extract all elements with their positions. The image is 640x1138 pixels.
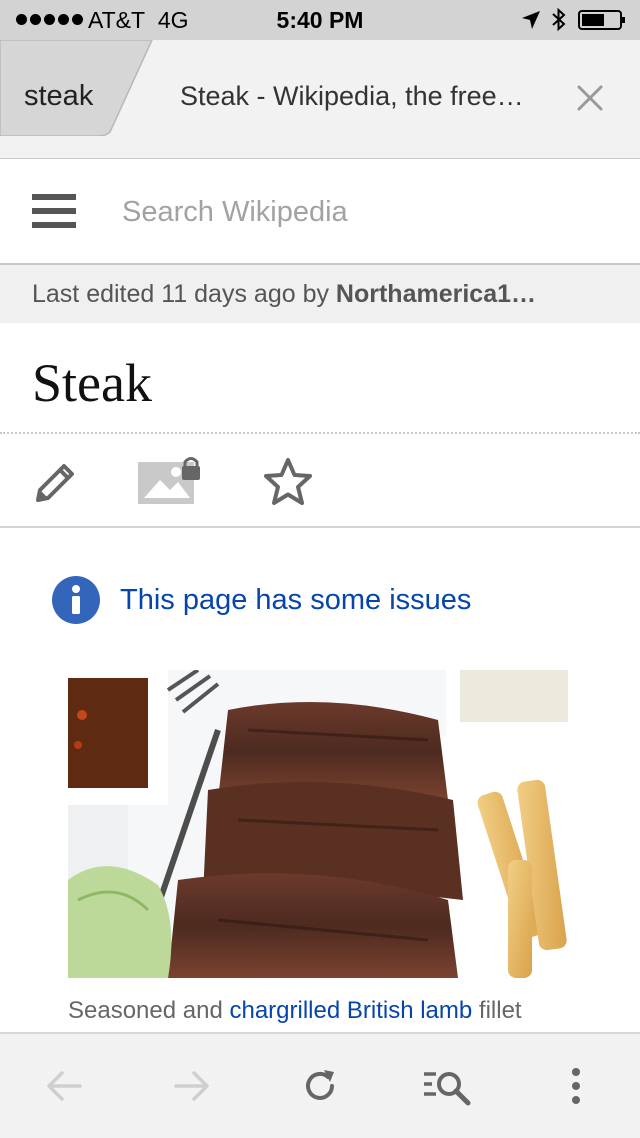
bottom-toolbar (0, 1032, 640, 1138)
caption-prefix: Seasoned and (68, 997, 230, 1024)
edit-pencil-icon[interactable] (32, 458, 80, 506)
tab-label: steak (24, 80, 94, 112)
page-issues-notice[interactable]: This page has some issues (52, 576, 471, 624)
forward-arrow-icon[interactable] (170, 1064, 214, 1108)
last-edited-prefix: Last edited 11 days ago by (32, 280, 336, 308)
page-title: Steak (32, 353, 152, 413)
steak-photo[interactable] (68, 670, 568, 978)
status-bar: AT&T 4G 5:40 PM (0, 0, 640, 40)
battery-icon (578, 10, 625, 30)
hamburger-menu-icon[interactable] (32, 194, 76, 228)
tab-active-title[interactable]: Steak - Wikipedia, the free… (180, 81, 550, 112)
last-edited-text: Last edited 11 days ago by Northamerica1… (32, 280, 607, 309)
reload-icon[interactable] (298, 1064, 342, 1108)
watch-star-icon[interactable] (262, 456, 314, 508)
status-time: 5:40 PM (276, 7, 364, 33)
location-arrow-icon (522, 11, 540, 29)
page-actions (0, 434, 640, 528)
tab-steak-search[interactable]: steak (0, 40, 160, 136)
info-icon (52, 576, 100, 624)
last-edited-bar[interactable]: Last edited 11 days ago by Northamerica1… (0, 265, 640, 323)
search-input[interactable] (122, 189, 602, 235)
caption-suffix: fillet (472, 997, 522, 1024)
last-edited-user: Northamerica1… (335, 280, 536, 308)
back-arrow-icon[interactable] (42, 1064, 86, 1108)
tab-strip: steak Steak - Wikipedia, the free… (0, 40, 640, 159)
image-caption: Seasoned and chargrilled British lamb fi… (68, 997, 608, 1025)
close-icon[interactable] (574, 82, 606, 114)
bluetooth-icon (552, 7, 566, 32)
caption-link[interactable]: chargrilled British lamb (229, 997, 472, 1024)
locked-image-icon[interactable] (138, 456, 202, 506)
more-vertical-icon[interactable] (554, 1064, 598, 1108)
issues-link[interactable]: This page has some issues (120, 584, 471, 617)
wiki-header (0, 159, 640, 265)
find-in-page-icon[interactable] (422, 1064, 472, 1108)
